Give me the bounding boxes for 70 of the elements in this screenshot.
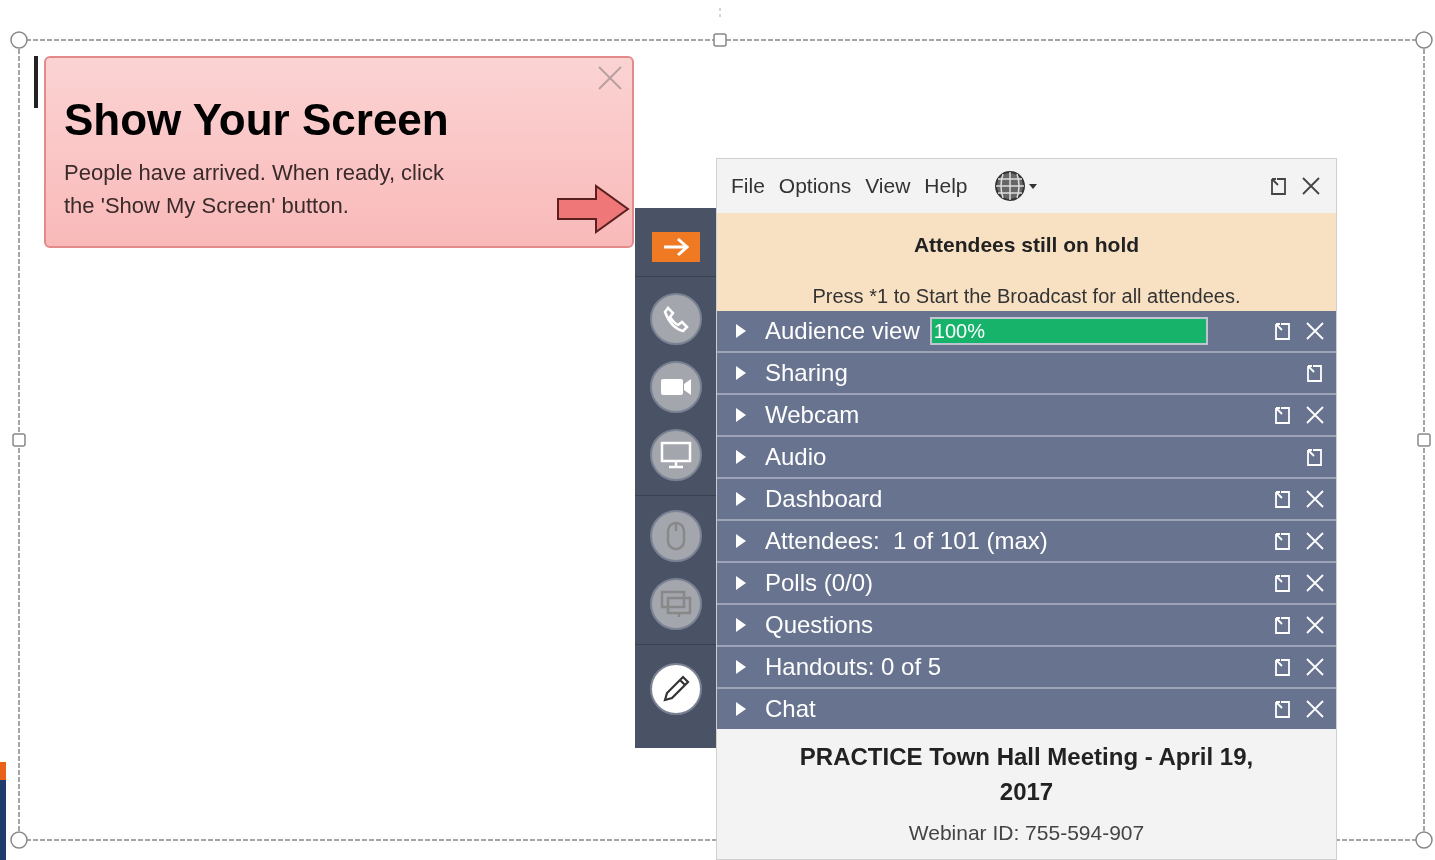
pane-label: Chat (765, 694, 816, 724)
expand-icon (735, 533, 747, 549)
pane-label: Handouts: 0 of 5 (765, 652, 942, 682)
callout-title: Show Your Screen (64, 94, 450, 146)
meter-reading: 100% (932, 320, 985, 342)
close-icon[interactable] (1304, 530, 1326, 552)
corner-handle[interactable] (1415, 31, 1433, 49)
expand-icon (735, 701, 747, 717)
close-icon[interactable] (1304, 572, 1326, 594)
text-cursor (34, 56, 38, 108)
menu-item[interactable]: File (731, 170, 765, 202)
close-icon[interactable] (1304, 698, 1326, 720)
expand-icon (735, 365, 747, 381)
pane-header[interactable]: Webcam (717, 395, 1336, 435)
expand-icon (735, 617, 747, 633)
close-icon[interactable] (1300, 175, 1322, 197)
menu-item[interactable]: View (865, 170, 911, 202)
corner-handle[interactable] (10, 831, 28, 849)
globe-icon[interactable] (993, 169, 1038, 203)
screens-icon (658, 589, 693, 619)
pencil-button[interactable] (649, 663, 702, 715)
menu-item[interactable]: Help (924, 170, 968, 202)
menu-item[interactable]: Options (778, 170, 852, 202)
pane-label: Audience view (765, 316, 920, 346)
monitor-icon (658, 440, 693, 470)
close-icon[interactable] (1304, 656, 1326, 678)
show-screen-button[interactable] (651, 232, 700, 262)
pane-label: Questions (765, 610, 874, 640)
callout-message: People have arrived. When ready, click the 'Show My Screen' button. (64, 159, 445, 220)
pane-header[interactable]: Questions (717, 605, 1336, 645)
screen-button[interactable] (649, 429, 702, 481)
side-handle[interactable] (12, 433, 26, 447)
pane-header[interactable]: Sharing (717, 353, 1336, 393)
pane-header[interactable]: Attendees: 1 of 101 (max) (717, 521, 1336, 561)
close-icon[interactable] (1304, 320, 1326, 342)
pane-header[interactable]: Dashboard (717, 479, 1336, 519)
mouse-button[interactable] (649, 510, 702, 562)
meeting-title: PRACTICE Town Hall Meeting - April 19, 2017 (798, 742, 1255, 807)
pane-header[interactable]: Polls (0/0) (717, 563, 1336, 603)
corner-handle[interactable] (10, 31, 28, 49)
side-handle[interactable] (1417, 433, 1431, 447)
expand-icon (735, 659, 747, 675)
expand-icon (735, 449, 747, 465)
pane-label: Webcam (765, 400, 860, 430)
camera-icon (658, 376, 693, 398)
arrow-icon (556, 184, 630, 234)
expand-icon (735, 407, 747, 423)
phone-button[interactable] (649, 293, 702, 345)
close-icon[interactable] (1304, 488, 1326, 510)
pane-header[interactable]: Handouts: 0 of 5 (717, 647, 1336, 687)
banner-title: Attendees still on hold (913, 232, 1140, 258)
side-handle[interactable] (713, 33, 727, 47)
pane-header[interactable]: Chat (717, 689, 1336, 729)
expand-icon (735, 491, 747, 507)
pane-label: Attendees: 1 of 101 (max) (765, 526, 1048, 556)
banner-message: Press *1 to Start the Broadcast for all attendees. (812, 283, 1241, 309)
pane-label: Dashboard (765, 484, 883, 514)
pane-header[interactable]: Audio (717, 437, 1336, 477)
pane-label: Polls (0/0) (765, 568, 874, 598)
pane-label: Sharing (765, 358, 848, 388)
pane-label: Audio (765, 442, 827, 472)
expand-icon (735, 575, 747, 591)
corner-handle[interactable] (1415, 831, 1433, 849)
webcam-button[interactable] (649, 361, 702, 413)
pane-header[interactable]: Audience view 100% (717, 311, 1336, 351)
close-icon[interactable] (1304, 614, 1326, 636)
webinar-id: Webinar ID: 755-594-907 (908, 820, 1145, 846)
screens-button[interactable] (649, 578, 702, 630)
expand-icon (735, 323, 747, 339)
close-icon[interactable] (1304, 404, 1326, 426)
